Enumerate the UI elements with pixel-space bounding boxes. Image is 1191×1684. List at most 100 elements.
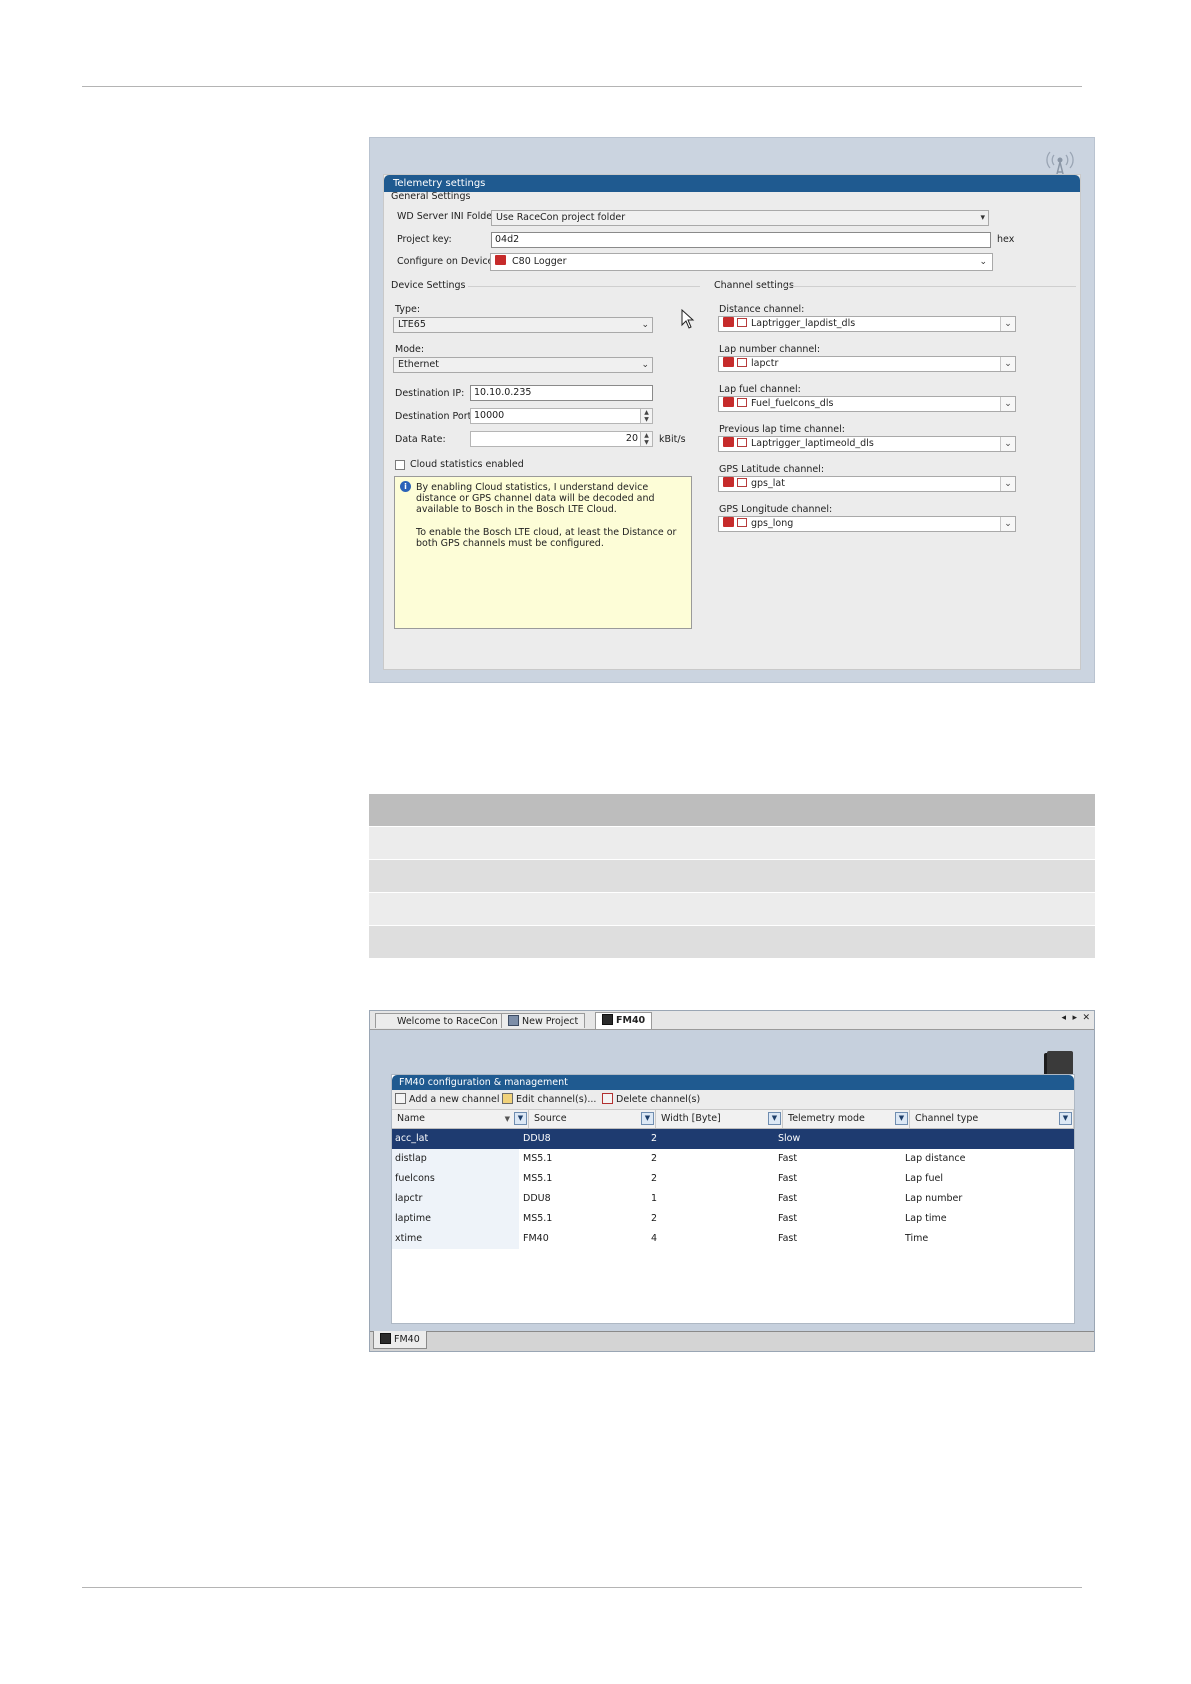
telemetry-settings-panel: Telemetry settings General Settings WD S… — [383, 174, 1081, 670]
cell-telemetry-mode: Slow — [778, 1133, 801, 1144]
project-key-unit: hex — [997, 234, 1015, 245]
channel-type-icon — [737, 518, 747, 527]
gps-latitude-channel-dropdown[interactable]: gps_lat ⌄ — [718, 476, 1016, 492]
column-header-label: Width [Byte] — [661, 1113, 721, 1124]
table-row — [369, 860, 1095, 893]
column-header-name[interactable]: Name ▼ ▼ — [392, 1110, 529, 1128]
column-header-label: Name — [397, 1113, 426, 1124]
delete-channel-icon — [602, 1093, 613, 1104]
delete-channel-label: Delete channel(s) — [616, 1094, 701, 1105]
cell-source: MS5.1 — [523, 1213, 553, 1224]
table-row[interactable]: fuelcons MS5.1 2 Fast Lap fuel — [392, 1169, 1074, 1189]
channel-source-icon — [723, 357, 734, 367]
cell-width: 2 — [651, 1153, 658, 1164]
delete-channel-button[interactable]: Delete channel(s) — [602, 1090, 700, 1109]
edit-channel-button[interactable]: Edit channel(s)... — [502, 1090, 596, 1109]
table-row[interactable]: lapctr DDU8 1 Fast Lap number — [392, 1189, 1074, 1209]
channel-type-icon — [737, 318, 747, 327]
cell-telemetry-mode: Fast — [778, 1173, 798, 1184]
wd-server-label: WD Server INI Folder: — [397, 211, 500, 222]
distance-channel-dropdown[interactable]: Laptrigger_lapdist_dls ⌄ — [718, 316, 1016, 332]
data-rate-label: Data Rate: — [395, 434, 446, 445]
chevron-down-icon: ⌄ — [979, 257, 987, 267]
data-rate-stepper[interactable]: 20 ▲ ▼ — [470, 431, 653, 447]
filter-dropdown-icon[interactable]: ▼ — [641, 1112, 654, 1125]
lap-number-channel-dropdown[interactable]: lapctr ⌄ — [718, 356, 1016, 372]
cell-width: 4 — [651, 1233, 658, 1244]
channel-settings-label: Channel settings — [714, 280, 794, 291]
table-row[interactable]: acc_lat DDU8 2 Slow — [392, 1129, 1074, 1149]
filter-dropdown-icon[interactable]: ▼ — [768, 1112, 781, 1125]
bottom-tab-fm40[interactable]: FM40 — [373, 1331, 427, 1349]
previous-lap-time-channel-dropdown[interactable]: Laptrigger_laptimeold_dls ⌄ — [718, 436, 1016, 452]
configure-device-dropdown[interactable]: C80 Logger ⌄ — [490, 253, 993, 271]
chevron-down-icon[interactable]: ⌄ — [1000, 397, 1015, 411]
footer-rule — [82, 1587, 1082, 1588]
project-key-label: Project key: — [397, 234, 452, 245]
column-header-label: Telemetry mode — [788, 1113, 865, 1124]
mouse-cursor-icon — [681, 309, 695, 329]
table-row[interactable]: distlap MS5.1 2 Fast Lap distance — [392, 1149, 1074, 1169]
lap-fuel-channel-dropdown[interactable]: Fuel_fuelcons_dls ⌄ — [718, 396, 1016, 412]
type-dropdown[interactable]: LTE65 ⌄ — [393, 317, 653, 333]
tab-new-project-label: New Project — [522, 1016, 579, 1027]
bottom-tab-bar — [370, 1331, 1094, 1351]
column-header-width[interactable]: Width [Byte] ▼ — [656, 1110, 783, 1128]
lap-fuel-channel-value: Fuel_fuelcons_dls — [751, 398, 834, 409]
distance-channel-value: Laptrigger_lapdist_dls — [751, 318, 856, 329]
chevron-down-icon[interactable]: ⌄ — [1000, 437, 1015, 451]
document-tab-bar: Welcome to RaceCon New Project FM40 ◂ ▸ … — [370, 1011, 1094, 1030]
spin-arrows-icon[interactable]: ▲ ▼ — [640, 409, 652, 423]
cloud-statistics-checkbox[interactable] — [395, 460, 405, 470]
wd-server-dropdown[interactable]: Use RaceCon project folder ▾ — [491, 210, 989, 226]
device-settings-divider — [468, 286, 700, 287]
close-icon[interactable]: ✕ — [1082, 1013, 1090, 1023]
destination-port-label: Destination Port: — [395, 411, 475, 422]
column-header-channel-type[interactable]: Channel type ▼ — [910, 1110, 1074, 1128]
cell-telemetry-mode: Fast — [778, 1233, 798, 1244]
table-row[interactable]: xtime FM40 4 Fast Time — [392, 1229, 1074, 1249]
gps-longitude-channel-dropdown[interactable]: gps_long ⌄ — [718, 516, 1016, 532]
cell-channel-type: Lap fuel — [905, 1173, 944, 1184]
table-row[interactable]: laptime MS5.1 2 Fast Lap time — [392, 1209, 1074, 1229]
tab-fm40[interactable]: FM40 — [595, 1012, 653, 1029]
column-header-telemetry-mode[interactable]: Telemetry mode ▼ — [783, 1110, 910, 1128]
destination-port-stepper[interactable]: 10000 ▲ ▼ — [470, 408, 653, 424]
cell-telemetry-mode: Fast — [778, 1193, 798, 1204]
data-rate-unit: kBit/s — [659, 434, 686, 445]
filter-dropdown-icon[interactable]: ▼ — [895, 1112, 908, 1125]
cell-telemetry-mode: Fast — [778, 1153, 798, 1164]
tab-welcome[interactable]: Welcome to RaceCon — [375, 1013, 505, 1028]
channel-type-icon — [737, 438, 747, 447]
previous-lap-time-channel-label: Previous lap time channel: — [719, 424, 845, 435]
cell-width: 2 — [651, 1173, 658, 1184]
column-header-source[interactable]: Source ▼ — [529, 1110, 656, 1128]
add-channel-label: Add a new channel — [409, 1094, 500, 1105]
add-channel-button[interactable]: Add a new channel — [395, 1090, 500, 1109]
destination-ip-input[interactable]: 10.10.0.235 — [470, 385, 653, 401]
type-value: LTE65 — [398, 319, 426, 330]
chevron-down-icon[interactable]: ⌄ — [1000, 477, 1015, 491]
scroll-right-icon[interactable]: ▸ — [1072, 1013, 1077, 1023]
spin-arrows-icon[interactable]: ▲ ▼ — [640, 432, 652, 446]
cell-source: DDU8 — [523, 1133, 551, 1144]
chevron-down-icon[interactable]: ⌄ — [1000, 357, 1015, 371]
cell-name: acc_lat — [395, 1133, 429, 1144]
info-text-1: By enabling Cloud statistics, I understa… — [416, 482, 655, 515]
chevron-down-icon[interactable]: ⌄ — [1000, 517, 1015, 531]
channel-source-icon — [723, 517, 734, 527]
scroll-left-icon[interactable]: ◂ — [1061, 1013, 1066, 1023]
logger-device-icon — [495, 255, 506, 265]
add-channel-icon — [395, 1093, 406, 1104]
filter-dropdown-icon[interactable]: ▼ — [1059, 1112, 1072, 1125]
info-icon: i — [400, 481, 411, 492]
project-key-input[interactable]: 04d2 — [491, 232, 991, 248]
filter-dropdown-icon[interactable]: ▼ — [514, 1112, 527, 1125]
mode-dropdown[interactable]: Ethernet ⌄ — [393, 357, 653, 373]
tab-new-project[interactable]: New Project — [501, 1013, 586, 1028]
destination-ip-label: Destination IP: — [395, 388, 465, 399]
mode-label: Mode: — [395, 344, 425, 355]
device-icon — [602, 1014, 613, 1025]
chevron-down-icon[interactable]: ⌄ — [1000, 317, 1015, 331]
sort-arrow-icon: ▼ — [504, 1115, 510, 1123]
